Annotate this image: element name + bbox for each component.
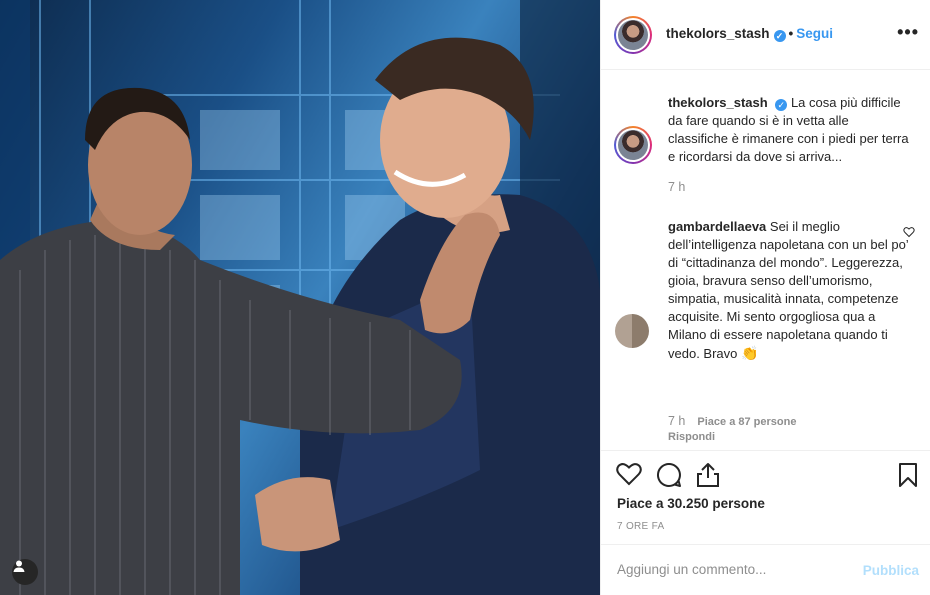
follow-button[interactable]: Segui [796, 26, 833, 41]
verified-badge-icon: ✓ [773, 30, 786, 42]
bookmark-icon[interactable] [898, 462, 918, 488]
post-side-panel: thekolors_stash ✓ • Segui ••• thekolors_sta… [600, 0, 930, 595]
clapping-hands-icon: 👏 [741, 345, 759, 361]
add-comment-bar: Pubblica [601, 544, 930, 595]
post-image[interactable] [0, 0, 600, 595]
separator-dot: • [788, 26, 794, 41]
author-line: thekolors_stash ✓ • Segui [666, 26, 833, 42]
publish-button[interactable]: Pubblica [863, 563, 919, 578]
comment-time[interactable]: 7 h [668, 414, 685, 428]
more-horizontal-icon[interactable]: ••• [897, 22, 919, 43]
caption-avatar[interactable] [614, 126, 652, 164]
post-actions [601, 450, 930, 494]
share-icon[interactable] [696, 462, 720, 488]
like-heart-icon[interactable] [616, 462, 642, 486]
person-icon [13, 560, 25, 572]
comments-list[interactable]: thekolors_stash ✓ La cosa più difficile … [601, 70, 930, 450]
caption-time[interactable]: 7 h [668, 180, 685, 194]
verified-badge-icon: ✓ [775, 99, 788, 111]
comment-like-heart-icon[interactable] [903, 226, 915, 238]
author-username[interactable]: thekolors_stash [666, 26, 770, 41]
post-time-ago[interactable]: 7 ORE FA [617, 521, 664, 532]
instagram-post-modal: thekolors_stash ✓ • Segui ••• thekolors_sta… [0, 0, 930, 595]
likes-count[interactable]: Piace a 30.250 persone [617, 496, 765, 511]
comment-username[interactable]: gambardellaeva [668, 219, 766, 234]
post-image-illustration [0, 0, 600, 595]
user-tag-button[interactable] [12, 559, 38, 585]
comment-body: gambardellaeva Sei il meglio dell’intell… [668, 218, 912, 363]
comment-text: Sei il meglio dell’intelligenza napoleta… [668, 219, 909, 361]
caption: thekolors_stash ✓ La cosa più difficile … [668, 94, 912, 166]
comment-meta: 7 h Piace a 87 persone [668, 414, 796, 428]
caption-username[interactable]: thekolors_stash [668, 95, 768, 110]
comment-avatar[interactable] [615, 314, 649, 348]
comment-bubble-icon[interactable] [656, 462, 682, 488]
reply-button[interactable]: Rispondi [668, 431, 715, 443]
author-avatar[interactable] [614, 16, 652, 54]
add-comment-input[interactable] [615, 561, 849, 578]
comment-likes[interactable]: Piace a 87 persone [697, 416, 796, 428]
post-header: thekolors_stash ✓ • Segui ••• [601, 0, 930, 70]
